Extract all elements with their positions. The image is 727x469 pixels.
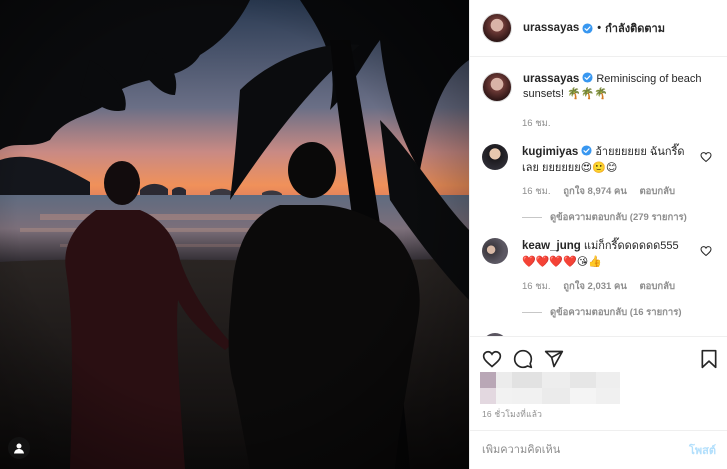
replies-line bbox=[522, 312, 542, 313]
caption-time[interactable]: 16 ชม. bbox=[522, 118, 551, 129]
replies-line bbox=[522, 217, 542, 218]
comment-like-icon[interactable] bbox=[700, 245, 712, 257]
comment-likes-count[interactable]: ถูกใจ 2,031 คน bbox=[563, 281, 627, 292]
post-comment-button[interactable]: โพสต์ bbox=[689, 441, 716, 459]
verified-badge-icon bbox=[582, 72, 593, 83]
comment-composer: โพสต์ bbox=[470, 430, 727, 469]
comment-meta: 16 ชม. ถูกใจ 2,031 คน ตอบกลับ bbox=[522, 279, 685, 294]
heart-icon[interactable] bbox=[482, 349, 502, 369]
comment-time[interactable]: 16 ชม. bbox=[522, 281, 551, 292]
view-replies-label: ดูข้อความตอบกลับ (16 รายการ) bbox=[550, 307, 682, 318]
post-timestamp[interactable]: 16 ชั่วโมงที่แล้ว bbox=[482, 407, 542, 421]
caption-avatar[interactable] bbox=[482, 72, 512, 102]
likes-summary-blurred bbox=[480, 372, 628, 406]
view-replies-button[interactable]: ดูข้อความตอบกลับ (279 รายการ) bbox=[522, 210, 687, 225]
bookmark-icon[interactable] bbox=[699, 349, 719, 369]
reply-button[interactable]: ตอบกลับ bbox=[639, 281, 675, 292]
caption: urassayas Reminiscing of beach sunsets! … bbox=[482, 72, 718, 102]
following-button[interactable]: กำลังติดตาม bbox=[605, 19, 665, 37]
comment-likes-count[interactable]: ถูกใจ 8,974 คน bbox=[563, 186, 627, 197]
tagged-people-button[interactable] bbox=[8, 437, 30, 459]
comments-list[interactable]: urassayas Reminiscing of beach sunsets! … bbox=[470, 58, 727, 336]
comment-username[interactable]: keaw_jung bbox=[522, 240, 581, 252]
post-photo[interactable] bbox=[0, 0, 469, 469]
comment-body: keaw_jung แม่ก็กรี๊ดดดดดด555 ❤️❤️❤️❤️😘👍 bbox=[522, 238, 692, 270]
comment-time[interactable]: 16 ชม. bbox=[522, 186, 551, 197]
comment-item: keaw_jung แม่ก็กรี๊ดดดดดด555 ❤️❤️❤️❤️😘👍 bbox=[482, 238, 718, 270]
post-dialog: urassayas • กำลังติดตาม urassayas Remini… bbox=[0, 0, 727, 469]
paper-plane-icon[interactable] bbox=[544, 349, 564, 369]
owner-info: urassayas • กำลังติดตาม bbox=[523, 19, 665, 37]
post-header: urassayas • กำลังติดตาม bbox=[470, 0, 727, 57]
comment-body: kugimiyas อ้ายยยยยย ฉันกรี๊ดเลย ยยยยยย😍🙂… bbox=[522, 144, 692, 176]
caption-body: urassayas Reminiscing of beach sunsets! … bbox=[523, 72, 713, 102]
reply-button[interactable]: ตอบกลับ bbox=[639, 186, 675, 197]
comment-username[interactable]: kugimiyas bbox=[522, 146, 578, 158]
separator-dot: • bbox=[597, 22, 602, 34]
caption-meta: 16 ชม. bbox=[522, 116, 561, 131]
view-replies-label: ดูข้อความตอบกลับ (279 รายการ) bbox=[550, 212, 687, 223]
comment-avatar[interactable] bbox=[482, 144, 508, 170]
owner-username[interactable]: urassayas bbox=[523, 22, 579, 34]
comment-meta: 16 ชม. ถูกใจ 8,974 คน ตอบกลับ bbox=[522, 184, 685, 199]
owner-avatar[interactable] bbox=[482, 13, 512, 43]
comment-input[interactable] bbox=[482, 444, 689, 456]
post-side-panel: urassayas • กำลังติดตาม urassayas Remini… bbox=[469, 0, 727, 469]
caption-username[interactable]: urassayas bbox=[523, 73, 579, 85]
verified-badge-icon bbox=[581, 145, 592, 156]
comment-like-icon[interactable] bbox=[700, 151, 712, 163]
verified-badge-icon bbox=[582, 22, 593, 34]
person-tag-icon bbox=[14, 443, 24, 454]
comment-avatar[interactable] bbox=[482, 238, 508, 264]
view-replies-button[interactable]: ดูข้อความตอบกลับ (16 รายการ) bbox=[522, 305, 682, 320]
beach-sunset-photo bbox=[0, 0, 469, 469]
comment-icon[interactable] bbox=[513, 349, 533, 369]
comment-item: kugimiyas อ้ายยยยยย ฉันกรี๊ดเลย ยยยยยย😍🙂… bbox=[482, 144, 718, 176]
